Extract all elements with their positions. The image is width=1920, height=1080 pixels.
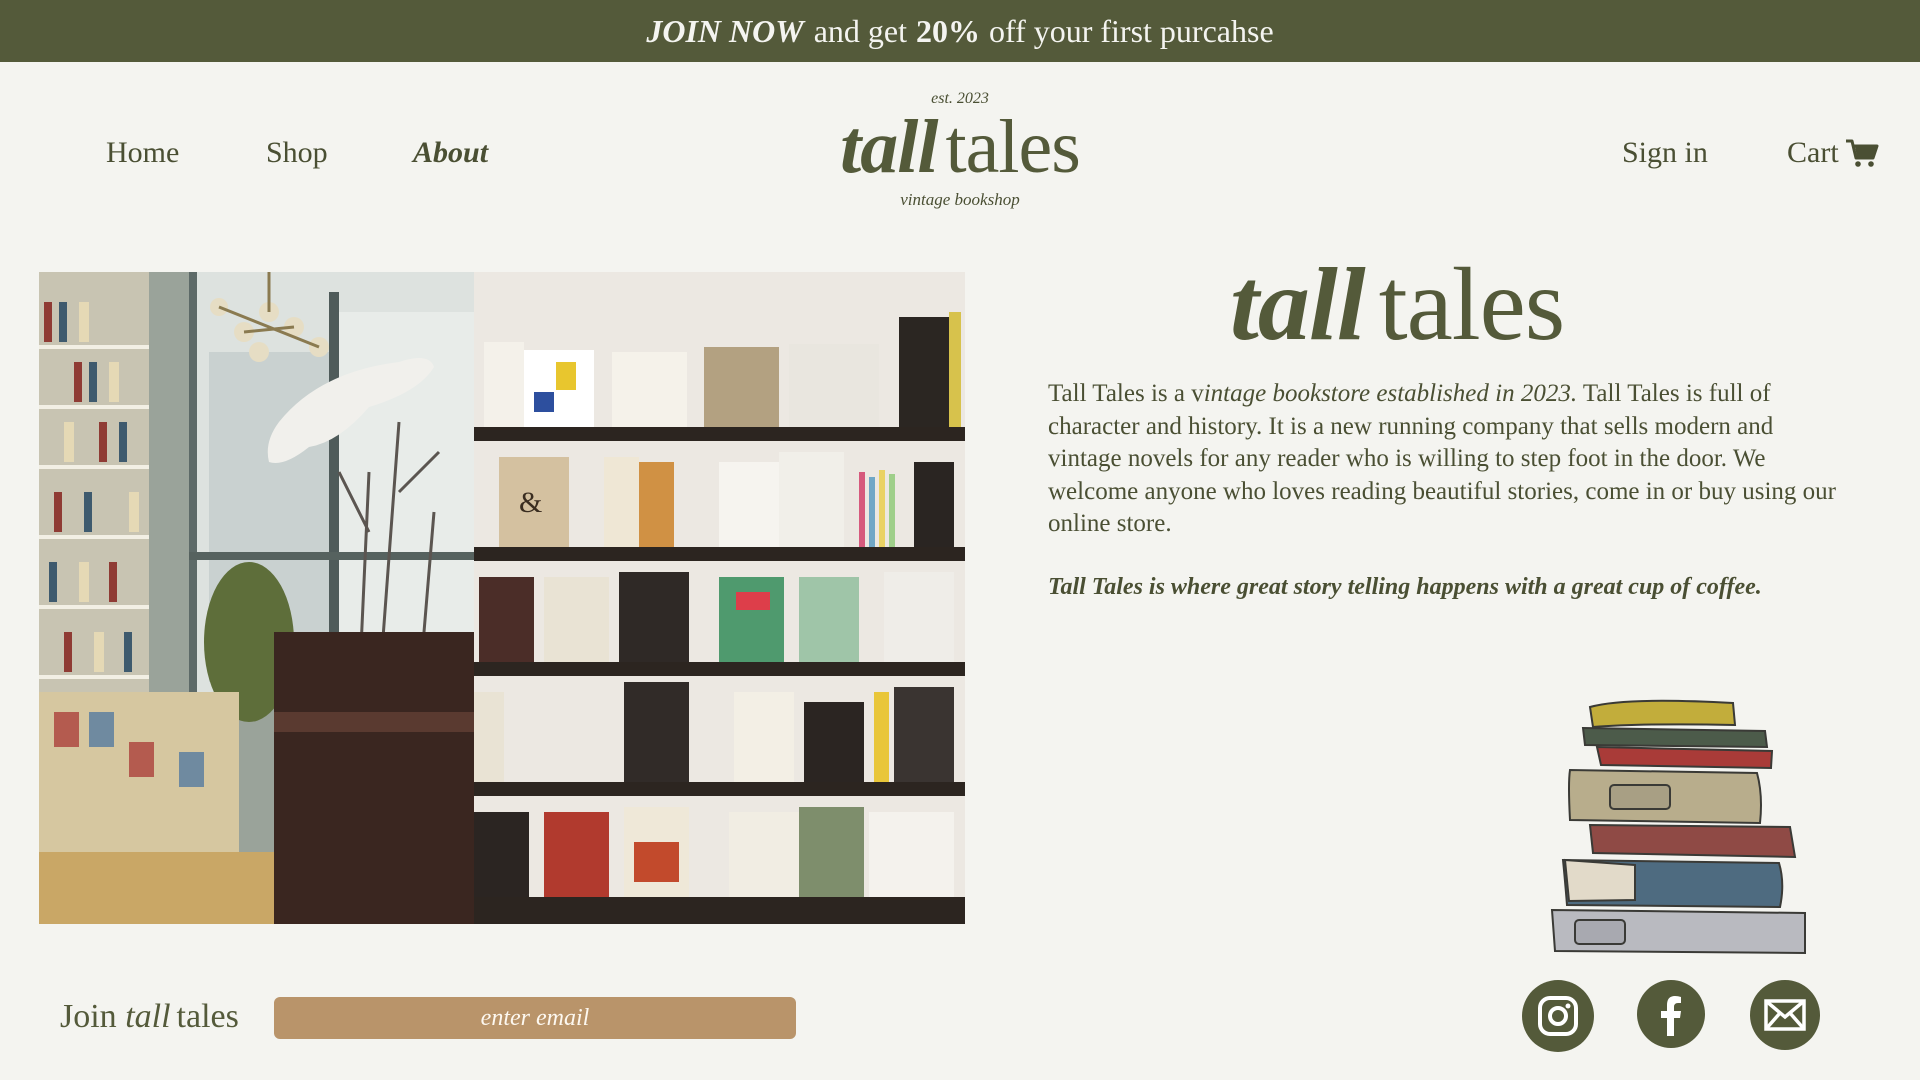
logo-subtitle: vintage bookshop bbox=[900, 190, 1020, 209]
hero-title-tall: tall bbox=[1230, 247, 1366, 362]
promo-percent: 20% bbox=[915, 12, 980, 49]
logo-wordmark: tall tales bbox=[800, 108, 1120, 186]
join-label-b: tall bbox=[125, 998, 171, 1035]
hero-title: tall tales bbox=[1230, 250, 1670, 360]
cart-icon bbox=[1845, 139, 1879, 167]
nav-shop[interactable]: Shop bbox=[266, 136, 328, 170]
promo-join-now[interactable]: JOIN NOW bbox=[646, 13, 803, 50]
tagline: Tall Tales is where great story telling … bbox=[1048, 574, 1762, 600]
join-label-a: Join bbox=[60, 998, 117, 1035]
about-text-b: intage bookstore established in 2023. bbox=[1203, 380, 1578, 407]
email-button[interactable] bbox=[1750, 980, 1820, 1050]
book-stack-illustration bbox=[1535, 695, 1815, 960]
facebook-icon bbox=[1661, 996, 1681, 1036]
nav-home[interactable]: Home bbox=[106, 136, 179, 170]
svg-text:&: & bbox=[519, 486, 542, 519]
site-logo[interactable]: est. 2023 tall tales vintage bookshop bbox=[800, 90, 1120, 210]
facebook-button[interactable] bbox=[1637, 980, 1705, 1048]
promo-text-mid: and get bbox=[813, 12, 907, 49]
about-paragraph: Tall Tales is a vintage bookstore establ… bbox=[1048, 378, 1848, 541]
about-text-a: Tall Tales is a v bbox=[1048, 380, 1204, 407]
instagram-button[interactable] bbox=[1522, 980, 1594, 1052]
instagram-icon bbox=[1538, 996, 1578, 1036]
email-input[interactable] bbox=[274, 997, 796, 1039]
promo-banner[interactable]: JOIN NOW and get 20% off your first purc… bbox=[0, 0, 1920, 62]
join-label-c: tales bbox=[176, 998, 239, 1035]
sign-in-link[interactable]: Sign in bbox=[1622, 136, 1708, 170]
join-label: Join tall tales bbox=[60, 998, 239, 1036]
nav-about[interactable]: About bbox=[413, 136, 488, 170]
photo-bookshop-interior bbox=[39, 272, 474, 924]
hero-title-tales: tales bbox=[1378, 247, 1566, 362]
logo-tall: tall bbox=[840, 105, 938, 189]
photo-book-shelves: & bbox=[474, 272, 965, 924]
promo-text-end: off your first purcahse bbox=[988, 12, 1274, 49]
cart-link[interactable]: Cart bbox=[1787, 136, 1879, 170]
cart-label: Cart bbox=[1787, 136, 1839, 169]
email-icon bbox=[1764, 999, 1806, 1031]
logo-tales: tales bbox=[945, 105, 1081, 189]
